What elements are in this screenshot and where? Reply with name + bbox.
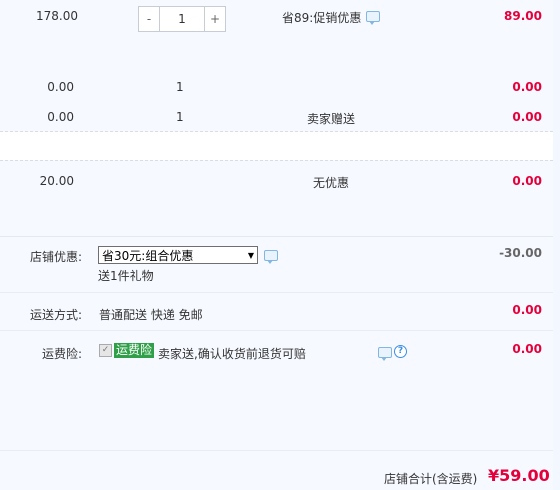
item-4-price: 20.00	[39, 174, 74, 188]
shop-discount-label: 店铺优惠:	[29, 250, 82, 264]
insurance-desc: 卖家送,确认收货前退货可赔	[158, 347, 306, 361]
divider	[0, 330, 553, 331]
divider	[0, 450, 553, 451]
item-2-qty: 1	[176, 80, 184, 94]
item-gap	[0, 132, 553, 160]
message-icon[interactable]	[366, 11, 380, 25]
total-label: 店铺合计(含运费)	[384, 472, 478, 486]
shop-discount-select[interactable]: 省30元:组合优惠 ▼	[98, 246, 258, 264]
chevron-down-icon: ▼	[247, 250, 255, 260]
insurance-label: 运费险:	[41, 347, 82, 361]
item-3-promo: 卖家赠送	[307, 112, 356, 126]
message-icon[interactable]	[378, 347, 392, 361]
item-1-subtotal: 89.00	[504, 9, 542, 23]
item-4-subtotal: 0.00	[512, 174, 542, 188]
item-2-subtotal: 0.00	[512, 80, 542, 94]
total-value: ¥59.00	[488, 466, 550, 485]
quantity-decrease-button[interactable]: -	[139, 7, 159, 31]
shipping-label: 运送方式:	[29, 308, 82, 322]
quantity-input[interactable]: 1	[159, 7, 205, 31]
shipping-amount: 0.00	[512, 303, 542, 317]
shipping-value: 普通配送 快递 免邮	[99, 308, 203, 322]
shop-discount-gift: 送1件礼物	[98, 269, 154, 283]
help-icon[interactable]: ?	[394, 345, 407, 358]
shop-discount-selected: 省30元:组合优惠	[102, 248, 194, 263]
divider	[0, 160, 553, 161]
divider	[0, 292, 553, 293]
insurance-tag: 运费险	[114, 343, 155, 358]
quantity-stepper[interactable]: - 1 +	[138, 6, 226, 32]
shop-discount-amount: -30.00	[499, 246, 542, 260]
divider	[0, 236, 553, 237]
item-1-price: 178.00	[36, 9, 78, 23]
item-3-price: 0.00	[47, 110, 74, 124]
item-2-price: 0.00	[47, 80, 74, 94]
quantity-increase-button[interactable]: +	[205, 7, 225, 31]
insurance-checkbox[interactable]: ✓	[99, 344, 112, 357]
item-3-qty: 1	[176, 110, 184, 124]
insurance-amount: 0.00	[512, 342, 542, 356]
message-icon[interactable]	[264, 250, 278, 264]
item-4-promo: 无优惠	[313, 176, 350, 190]
item-3-subtotal: 0.00	[512, 110, 542, 124]
item-1-promo: 省89:促销优惠	[282, 11, 362, 25]
order-panel	[0, 0, 553, 490]
